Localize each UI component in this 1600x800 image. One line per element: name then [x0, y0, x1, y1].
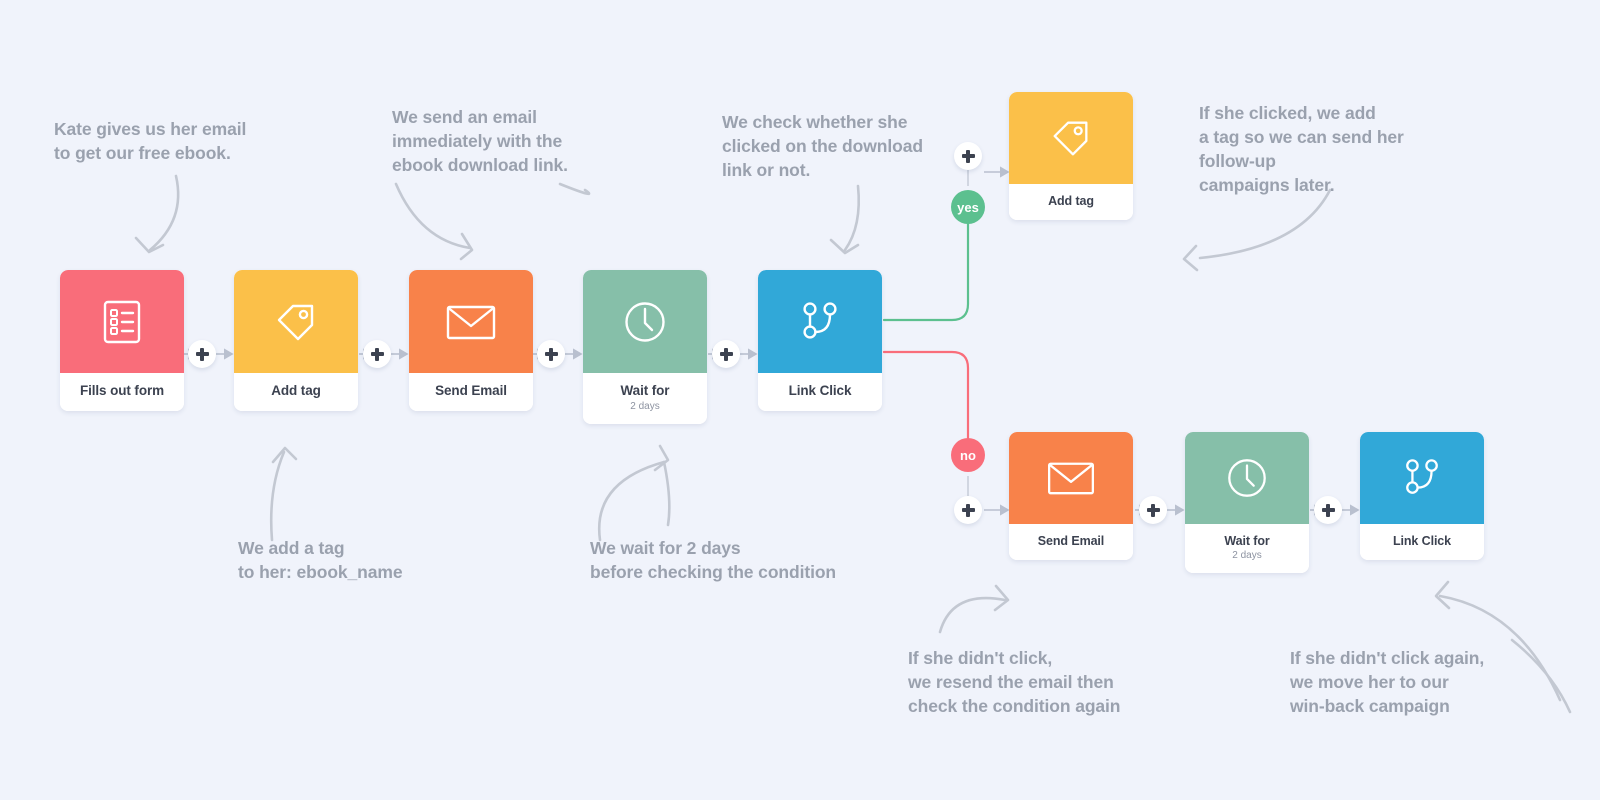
tag-icon	[272, 298, 320, 346]
tag-icon	[1048, 115, 1094, 161]
node-header	[1009, 92, 1133, 184]
node-title: Wait for	[1224, 534, 1270, 548]
node-title: Send Email	[1037, 534, 1105, 548]
add-step-button-no[interactable]	[954, 496, 982, 524]
yes-text: yes	[957, 199, 979, 215]
node-subtitle: 2 days	[1232, 550, 1262, 562]
add-step-button-1[interactable]	[188, 340, 216, 368]
branch-label-yes: yes	[951, 190, 985, 224]
node-title: Link Click	[788, 383, 852, 398]
node-title: Link Click	[1392, 534, 1452, 548]
node-body: Link Click	[758, 373, 882, 411]
add-step-button-6[interactable]	[1314, 496, 1342, 524]
node-header	[583, 270, 707, 373]
add-step-button-4[interactable]	[712, 340, 740, 368]
branch-icon	[797, 299, 843, 345]
annotation-check-click: We check whether she clicked on the down…	[722, 112, 923, 181]
node-send-email-no[interactable]: Send Email	[1009, 432, 1133, 561]
node-body: Link Click	[1360, 524, 1484, 561]
node-title: Add tag	[1048, 194, 1094, 208]
annotation-kate-email: Kate gives us her email to get our free …	[54, 119, 247, 164]
clock-icon	[1225, 456, 1269, 500]
annotation-clicked-add-tag: If she clicked, we add a tag so we can s…	[1199, 103, 1404, 196]
node-header	[409, 270, 533, 373]
node-title: Add tag	[271, 383, 321, 398]
node-body: Wait for 2 days	[1185, 524, 1309, 574]
annotation-didnt-click: If she didn't click, we resend the email…	[908, 648, 1121, 717]
node-subtitle: 2 days	[630, 400, 660, 412]
node-fills-out-form[interactable]: Fills out form	[60, 270, 184, 411]
node-add-tag-main[interactable]: Add tag	[234, 270, 358, 411]
envelope-icon	[445, 302, 497, 342]
node-body: Send Email	[1009, 524, 1133, 561]
annotation-wait-two-days: We wait for 2 days before checking the c…	[590, 538, 837, 583]
annotation-send-email: We send an email immediately with the eb…	[392, 107, 568, 176]
node-body: Fills out form	[60, 373, 184, 411]
node-add-tag-yes[interactable]: Add tag	[1009, 92, 1133, 221]
annotation-arrows	[134, 174, 1572, 714]
no-text: no	[960, 447, 976, 463]
node-header	[1009, 432, 1133, 524]
node-title: Fills out form	[79, 383, 165, 398]
node-wait-for-main[interactable]: Wait for 2 days	[583, 270, 707, 424]
node-header	[60, 270, 184, 373]
node-body: Add tag	[1009, 184, 1133, 221]
branch-icon	[1400, 456, 1444, 500]
envelope-icon	[1046, 459, 1096, 497]
node-title: Send Email	[435, 383, 507, 398]
no-branch-wire	[882, 350, 970, 440]
node-send-email-main[interactable]: Send Email	[409, 270, 533, 411]
node-header	[1360, 432, 1484, 524]
node-header	[1185, 432, 1309, 524]
node-wait-for-no[interactable]: Wait for 2 days	[1185, 432, 1309, 574]
add-step-button-yes[interactable]	[954, 142, 982, 170]
node-body: Add tag	[234, 373, 358, 411]
node-header	[758, 270, 882, 373]
add-step-button-3[interactable]	[537, 340, 565, 368]
add-step-button-5[interactable]	[1139, 496, 1167, 524]
node-header	[234, 270, 358, 373]
node-body: Wait for 2 days	[583, 373, 707, 424]
node-title: Wait for	[620, 383, 670, 398]
add-step-button-2[interactable]	[363, 340, 391, 368]
annotation-add-tag-ebook: We add a tag to her: ebook_name	[238, 538, 403, 583]
workflow-canvas: Fills out form Add tag Send Email Wait f…	[0, 0, 1600, 800]
node-link-click-main[interactable]: Link Click	[758, 270, 882, 411]
node-link-click-no[interactable]: Link Click	[1360, 432, 1484, 561]
annotation-didnt-click-again: If she didn't click again, we move her t…	[1290, 648, 1485, 717]
node-body: Send Email	[409, 373, 533, 411]
branch-label-no: no	[951, 438, 985, 472]
clock-icon	[622, 299, 668, 345]
form-icon	[101, 299, 143, 345]
